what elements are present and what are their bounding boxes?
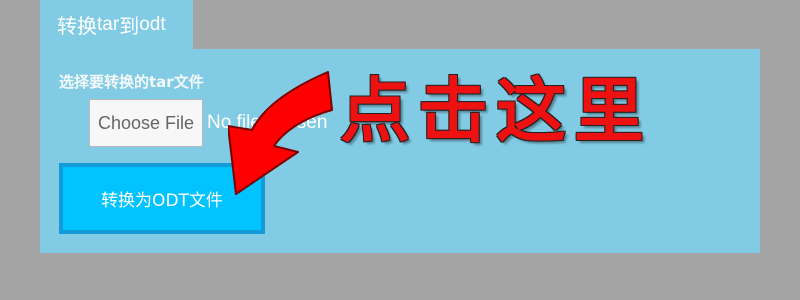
tab-tar-to-odt[interactable]: 转换 tar 到 odt [40, 0, 193, 49]
tab-title-part: 到 [119, 14, 140, 38]
page: 转换 tar 到 odt 选择要转换的tar文件 Choose File No fil… [0, 0, 800, 300]
tab-title-part: tar [97, 13, 120, 35]
tab-title-part: 转换 [57, 14, 97, 38]
choose-file-button[interactable]: Choose File [89, 99, 203, 147]
click-here-callout: 点击这里 [340, 70, 652, 152]
red-arrow-icon [228, 71, 333, 195]
tab-title-part: odt [139, 13, 166, 35]
file-input-label: 选择要转换的tar文件 [59, 73, 204, 91]
